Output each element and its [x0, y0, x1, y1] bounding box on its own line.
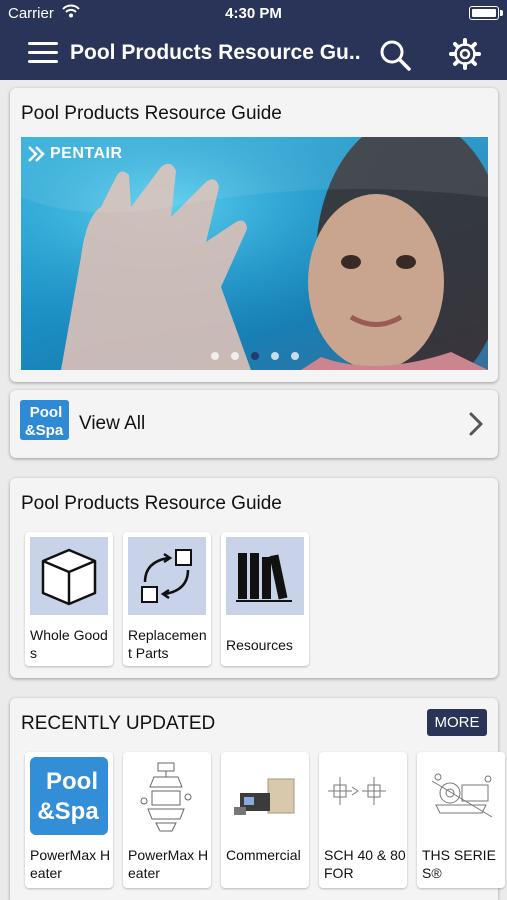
recent-item[interactable]: SCH 40 & 80 FOR — [319, 752, 407, 888]
hamburger-menu-icon[interactable] — [28, 42, 58, 64]
battery-icon — [469, 6, 503, 20]
recent-item-label: THS SERIES® — [422, 847, 496, 881]
tile-label: Resources — [226, 637, 293, 653]
tile-replacement-parts[interactable]: Replacement Parts — [123, 532, 211, 666]
fittings-diagram-thumbnail — [324, 757, 402, 835]
chevron-right-icon — [469, 412, 483, 436]
books-icon — [236, 553, 292, 602]
tile-label: Whole Goods — [30, 627, 108, 661]
pool-spa-thumbnail: Pool &Spa — [30, 757, 108, 835]
tile-whole-goods[interactable]: Whole Goods — [25, 532, 113, 666]
recent-item[interactable]: THS SERIES® — [417, 752, 505, 888]
spa-logo-text: &Spa — [25, 422, 64, 439]
carousel-dot[interactable] — [250, 352, 259, 360]
resource-guide-title: Pool Products Resource Guide — [21, 493, 282, 514]
view-all-row[interactable]: Pool &Spa View All — [10, 390, 498, 458]
recent-item[interactable]: Commercial — [221, 752, 309, 888]
gear-icon[interactable] — [447, 36, 483, 72]
pentair-wordmark: PENTAIR — [50, 145, 123, 162]
spa-thumb-text: &Spa — [37, 798, 99, 825]
recent-item-label: SCH 40 & 80 FOR — [324, 847, 406, 881]
pentair-logo: PENTAIR — [27, 145, 123, 163]
search-icon[interactable] — [378, 38, 412, 72]
status-bar: Carrier 4:30 PM — [0, 0, 507, 28]
pump-diagram-thumbnail — [422, 757, 500, 835]
pentair-mark-icon — [28, 146, 45, 162]
controller-product-thumbnail — [226, 757, 304, 835]
clock: 4:30 PM — [225, 5, 282, 22]
carousel-dot[interactable] — [210, 352, 219, 360]
nav-bar: Pool Products Resource Gu... — [0, 28, 507, 80]
recent-item-label: PowerMax Heater — [128, 847, 209, 881]
hero-image — [21, 137, 488, 370]
hero-title: Pool Products Resource Guide — [21, 103, 282, 124]
carousel-dot[interactable] — [270, 352, 279, 360]
recently-updated-card: RECENTLY UPDATED MORE Pool &Spa PowerMax… — [10, 698, 505, 900]
carousel-dot[interactable] — [230, 352, 239, 360]
recent-item-label: Commercial — [226, 847, 301, 863]
more-button[interactable]: MORE — [427, 709, 487, 736]
recent-item-label: PowerMax Heater — [30, 847, 111, 881]
pool-thumb-text: Pool — [46, 768, 98, 795]
pool-spa-logo: Pool &Spa — [20, 400, 69, 440]
carousel-dots[interactable] — [21, 352, 488, 360]
recent-item[interactable]: Pool &Spa PowerMax Heater — [25, 752, 113, 888]
box-icon — [41, 548, 97, 606]
resource-guide-card: Pool Products Resource Guide Whole Goods… — [10, 478, 498, 678]
tile-label: Replacement Parts — [128, 627, 207, 661]
view-all-label: View All — [79, 413, 146, 434]
pool-logo-text: Pool — [30, 404, 63, 421]
recently-updated-title: RECENTLY UPDATED — [21, 713, 216, 734]
exploded-diagram-thumbnail — [128, 757, 206, 835]
swap-arrows-icon — [141, 549, 192, 603]
nav-title: Pool Products Resource Gu... — [70, 41, 360, 64]
recent-item[interactable]: PowerMax Heater — [123, 752, 211, 888]
hero-card: Pool Products Resource Guide PENTAIR — [10, 88, 498, 382]
hero-carousel[interactable]: PENTAIR — [21, 137, 488, 370]
carousel-dot[interactable] — [290, 352, 299, 360]
tile-resources[interactable]: Resources — [221, 532, 309, 666]
